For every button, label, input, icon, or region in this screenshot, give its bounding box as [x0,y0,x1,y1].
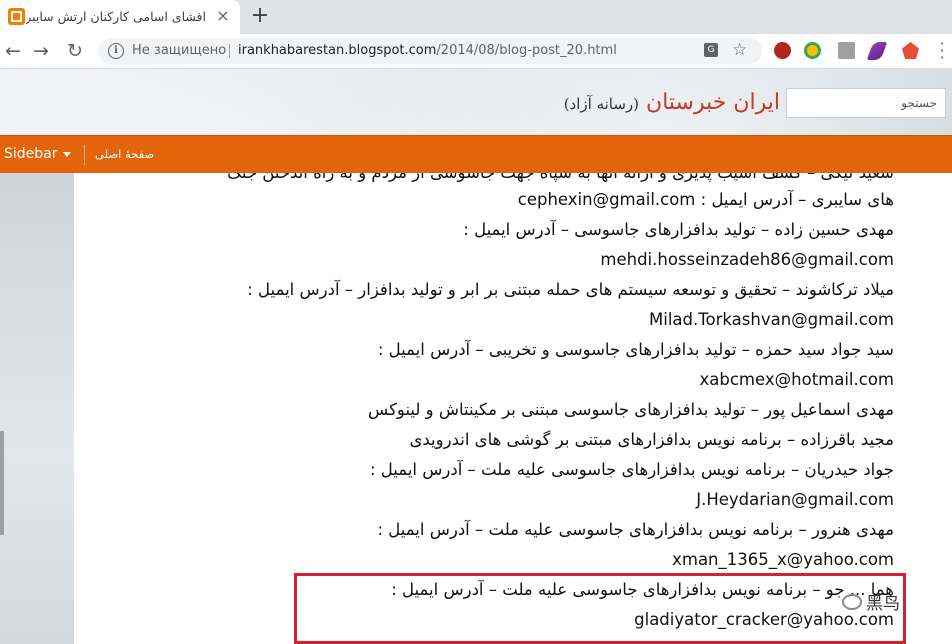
nav-bar: Sidebar صفحهٔ اصلی [0,135,952,174]
site-title[interactable]: ایران خبرستان (رسانه آزاد) [540,90,780,115]
chevron-down-icon [62,151,71,157]
tab-strip: افشای اسامی کارکنان ارتش سایبری × + [0,0,952,34]
post-line: مهدی اسماعیل پور – تولید بدافزارهای جاسو… [368,400,894,419]
sidebar-menu-button[interactable]: Sidebar [4,146,71,162]
blog-header: جستجو ایران خبرستان (رسانه آزاد) [0,69,952,135]
watermark: 黑鸟 [842,589,900,614]
email-link[interactable]: J.Heydarian@gmail.com [696,490,894,509]
email-link[interactable]: xabcmex@hotmail.com [700,370,894,389]
home-link[interactable]: صفحهٔ اصلی [95,147,154,161]
browser-toolbar: ← → ↻ i Не защищено irankhabarestan.blog… [0,34,952,69]
extension-chrome-icon[interactable] [804,42,821,59]
wechat-icon [842,593,862,610]
post-line: مهدی حسین زاده – تولید بدافزارهای جاسوسی… [463,220,894,239]
post-line: هما ... جو – برنامه نویس بدافزارهای جاسو… [391,580,894,599]
web-page: جستجو ایران خبرستان (رسانه آزاد) Sidebar… [0,69,952,644]
close-tab-icon[interactable]: × [214,7,232,25]
info-icon[interactable]: i [108,43,124,59]
back-arrow-icon[interactable]: ← [2,40,24,62]
email-link[interactable]: xman_1365_x@yahoo.com [672,550,894,569]
url-path: /2014/08/blog-post_20.html [436,43,617,58]
site-title-main: ایران خبرستان [646,90,780,115]
post-line: های سایبری – آدرس ایمیل : cephexin@gmail… [517,190,894,209]
reload-icon[interactable]: ↻ [64,40,86,62]
email-link[interactable]: mehdi.hosseinzadeh86@gmail.com [600,250,894,269]
url-text[interactable]: irankhabarestan.blogspot.com/2014/08/blo… [238,43,617,58]
blogger-favicon-icon [8,8,25,25]
scroll-handle[interactable] [0,431,4,535]
post-body: سعید لیکی – کشف آسیب پذیری و ارائه آنها … [74,173,952,644]
post-line: مهدی هنرور – برنامه نویس بدافزارهای جاسو… [377,520,894,539]
email-link[interactable]: Milad.Torkashvan@gmail.com [649,310,894,329]
post-line: سید جواد سید حمزه – تولید بدافزارهای جاس… [377,340,894,359]
extension-pdf-icon[interactable] [838,42,855,59]
extension-red-icon[interactable] [774,42,791,59]
forward-arrow-icon[interactable]: → [30,40,52,62]
post-line: سعید لیکی – کشف آسیب پذیری و ارائه آنها … [227,173,894,182]
translate-icon[interactable]: G [704,43,718,57]
address-bar[interactable]: i Не защищено irankhabarestan.blogspot.c… [98,38,762,64]
menu-icon[interactable]: · · · [936,36,948,66]
new-tab-button[interactable]: + [248,4,272,28]
address-divider [229,44,230,58]
extension-feather-icon[interactable] [866,42,888,60]
post-line: مجید باقرزاده – برنامه نویس بدافزارهای م… [409,430,894,449]
not-secure-label[interactable]: Не защищено [132,43,226,58]
watermark-text: 黑鸟 [866,594,900,614]
star-icon[interactable]: ☆ [732,40,747,60]
tab-title: افشای اسامی کارکنان ارتش سایبری [26,9,206,24]
post-line: میلاد ترکاشوند – تحقیق و توسعه سیستم های… [247,280,894,299]
site-subtitle: (رسانه آزاد) [563,95,640,113]
left-margin [0,173,74,644]
sidebar-label: Sidebar [4,146,58,162]
extension-house-icon[interactable] [902,42,919,59]
nav-divider [84,145,85,165]
browser-tab[interactable]: افشای اسامی کارکنان ارتش سایبری × [0,0,240,34]
url-host: irankhabarestan.blogspot.com [238,43,437,58]
post-line: جواد حیدریان – برنامه نویس بدافزارهای جا… [370,460,894,479]
search-input[interactable]: جستجو [786,88,946,118]
